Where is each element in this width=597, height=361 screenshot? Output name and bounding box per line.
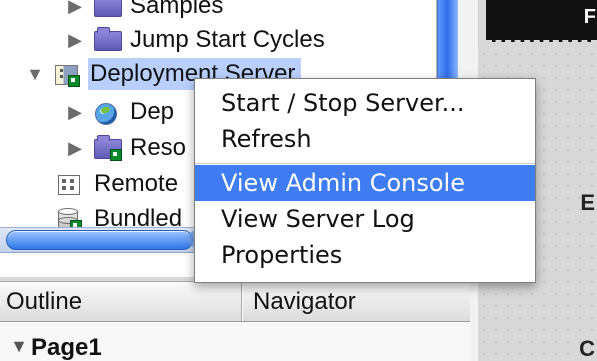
menu-item-properties[interactable]: Properties xyxy=(195,237,535,273)
tree-item-label: Samples xyxy=(130,0,224,19)
designer-header-letter: F xyxy=(583,6,596,28)
collapse-arrow-icon[interactable]: ▼ xyxy=(26,58,44,90)
tree-item-jump-start-cycles[interactable]: ▶ Jump Start Cycles xyxy=(66,24,325,56)
tree-item-label: Dep xyxy=(130,98,175,125)
tree-item-label: Bundled xyxy=(94,205,183,232)
expand-arrow-icon[interactable]: ▶ xyxy=(66,132,84,164)
tree-item-label: Jump Start Cycles xyxy=(130,26,325,53)
tree-item-resources[interactable]: ▶ Reso xyxy=(66,132,186,164)
designer-label-letter: C xyxy=(579,336,595,361)
tree-item-deployed-components[interactable]: ▶ Dep xyxy=(66,96,174,128)
folder-icon xyxy=(94,135,122,161)
menu-item-start-stop-server[interactable]: Start / Stop Server... xyxy=(195,85,535,121)
collapse-arrow-icon[interactable]: ▼ xyxy=(10,336,28,357)
designer-label-letter: E xyxy=(580,190,595,215)
remote-server-icon xyxy=(58,173,86,195)
expand-arrow-icon[interactable]: ▶ xyxy=(66,96,84,128)
tab-outline[interactable]: Outline xyxy=(0,282,242,321)
tree-item-label: Remote xyxy=(94,170,179,197)
expand-arrow-icon[interactable]: ▶ xyxy=(66,24,84,56)
outline-item-page1[interactable]: Page1 xyxy=(31,334,102,361)
tab-navigator[interactable]: Navigator xyxy=(242,282,470,321)
context-menu: Start / Stop Server... Refresh View Admi… xyxy=(194,78,536,283)
globe-icon xyxy=(94,101,122,125)
designer-header-bar xyxy=(486,0,597,42)
status-badge-icon xyxy=(110,149,122,161)
tree-item-label: Reso xyxy=(130,134,187,161)
tree-item-remote[interactable]: Remote xyxy=(58,168,178,200)
menu-item-view-server-log[interactable]: View Server Log xyxy=(195,201,535,237)
menu-item-refresh[interactable]: Refresh xyxy=(195,121,535,157)
status-badge-icon xyxy=(68,75,80,87)
outline-navigator-panel: Outline Navigator ▼ Page1 xyxy=(0,281,470,361)
server-icon xyxy=(54,63,82,87)
menu-separator xyxy=(195,163,535,164)
folder-icon xyxy=(94,27,122,51)
folder-icon xyxy=(94,0,122,17)
panel-tabbar: Outline Navigator xyxy=(0,282,470,322)
expand-arrow-icon[interactable]: ▶ xyxy=(66,0,84,22)
menu-item-view-admin-console[interactable]: View Admin Console xyxy=(195,165,535,201)
tree-item-samples[interactable]: ▶ Samples xyxy=(66,0,223,22)
application-window: ▶ Samples ▶ Jump Start Cycles ▼ Deployme… xyxy=(0,0,597,361)
